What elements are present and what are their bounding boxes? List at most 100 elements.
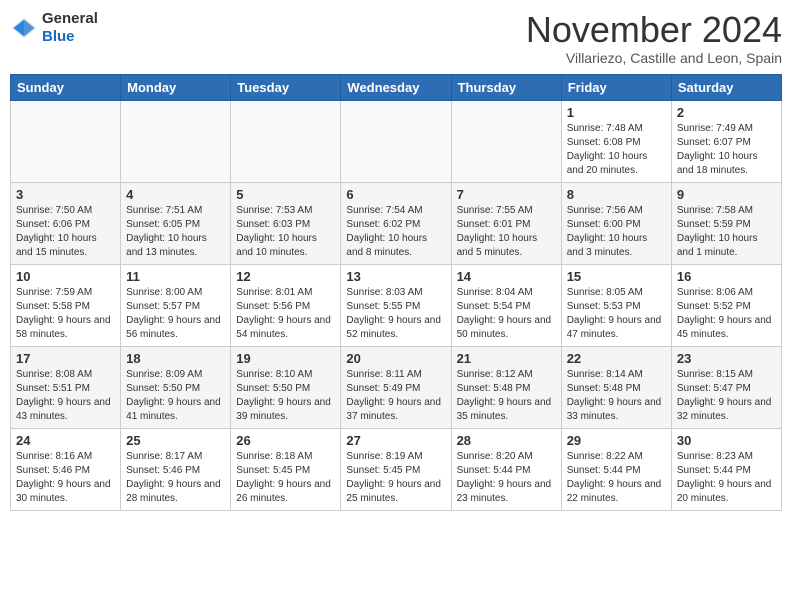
day-number: 1 xyxy=(567,105,666,120)
calendar-day-cell: 11Sunrise: 8:00 AM Sunset: 5:57 PM Dayli… xyxy=(121,264,231,346)
calendar-header-row: SundayMondayTuesdayWednesdayThursdayFrid… xyxy=(11,74,782,100)
day-number: 30 xyxy=(677,433,776,448)
day-info: Sunrise: 7:56 AM Sunset: 6:00 PM Dayligh… xyxy=(567,204,666,260)
day-info: Sunrise: 8:12 AM Sunset: 5:48 PM Dayligh… xyxy=(457,368,556,424)
calendar-day-cell: 27 Sunrise: 8:19 AM Sunset: 5:45 PM Dayli… xyxy=(341,428,451,510)
day-info: Sunrise: 7:49 AM Sunset: 6:07 PM Dayligh… xyxy=(677,122,776,178)
day-number: 3 xyxy=(16,187,115,202)
calendar-week-row: 24Sunrise: 8:16 AM Sunset: 5:46 PM Dayli… xyxy=(11,428,782,510)
calendar-day-cell: 14 Sunrise: 8:04 AM Sunset: 5:54 PM Dayli… xyxy=(451,264,561,346)
calendar-day-cell: 1Sunrise: 7:48 AM Sunset: 6:08 PM Daylig… xyxy=(561,100,671,182)
day-info: Sunrise: 8:16 AM Sunset: 5:46 PM Dayligh… xyxy=(16,450,115,506)
calendar-day-cell: 3 Sunrise: 7:50 AM Sunset: 6:06 PM Daylig… xyxy=(11,182,121,264)
calendar-week-row: 17Sunrise: 8:08 AM Sunset: 5:51 PM Dayli… xyxy=(11,346,782,428)
calendar-day-cell: 18 Sunrise: 8:09 AM Sunset: 5:50 PM Dayli… xyxy=(121,346,231,428)
day-info: Sunrise: 8:10 AM Sunset: 5:50 PM Dayligh… xyxy=(236,368,335,424)
day-info: Sunrise: 8:20 AM Sunset: 5:44 PM Dayligh… xyxy=(457,450,556,506)
calendar-day-cell: 23 Sunrise: 8:15 AM Sunset: 5:47 PM Dayli… xyxy=(671,346,781,428)
calendar-week-row: 3 Sunrise: 7:50 AM Sunset: 6:06 PM Daylig… xyxy=(11,182,782,264)
calendar-day-cell xyxy=(11,100,121,182)
day-number: 11 xyxy=(126,269,225,284)
day-info: Sunrise: 8:03 AM Sunset: 5:55 PM Dayligh… xyxy=(346,286,445,342)
calendar-week-row: 1Sunrise: 7:48 AM Sunset: 6:08 PM Daylig… xyxy=(11,100,782,182)
day-number: 5 xyxy=(236,187,335,202)
day-number: 18 xyxy=(126,351,225,366)
day-number: 20 xyxy=(346,351,445,366)
day-number: 25 xyxy=(126,433,225,448)
day-info: Sunrise: 8:17 AM Sunset: 5:46 PM Dayligh… xyxy=(126,450,225,506)
day-info: Sunrise: 8:14 AM Sunset: 5:48 PM Dayligh… xyxy=(567,368,666,424)
day-number: 29 xyxy=(567,433,666,448)
calendar-day-cell: 15 Sunrise: 8:05 AM Sunset: 5:53 PM Dayli… xyxy=(561,264,671,346)
day-info: Sunrise: 7:53 AM Sunset: 6:03 PM Dayligh… xyxy=(236,204,335,260)
page-header: General Blue November 2024 Villariezo, C… xyxy=(10,10,782,66)
day-info: Sunrise: 7:50 AM Sunset: 6:06 PM Dayligh… xyxy=(16,204,115,260)
day-info: Sunrise: 7:51 AM Sunset: 6:05 PM Dayligh… xyxy=(126,204,225,260)
day-number: 2 xyxy=(677,105,776,120)
day-info: Sunrise: 8:08 AM Sunset: 5:51 PM Dayligh… xyxy=(16,368,115,424)
day-header-sunday: Sunday xyxy=(11,74,121,100)
day-number: 21 xyxy=(457,351,556,366)
day-info: Sunrise: 8:01 AM Sunset: 5:56 PM Dayligh… xyxy=(236,286,335,342)
day-info: Sunrise: 8:09 AM Sunset: 5:50 PM Dayligh… xyxy=(126,368,225,424)
location-subtitle: Villariezo, Castille and Leon, Spain xyxy=(526,50,782,66)
calendar-day-cell xyxy=(231,100,341,182)
day-info: Sunrise: 7:55 AM Sunset: 6:01 PM Dayligh… xyxy=(457,204,556,260)
day-info: Sunrise: 8:18 AM Sunset: 5:45 PM Dayligh… xyxy=(236,450,335,506)
logo: General Blue xyxy=(10,10,98,46)
day-number: 9 xyxy=(677,187,776,202)
calendar-day-cell: 17Sunrise: 8:08 AM Sunset: 5:51 PM Dayli… xyxy=(11,346,121,428)
day-number: 28 xyxy=(457,433,556,448)
day-number: 10 xyxy=(16,269,115,284)
calendar-day-cell: 10 Sunrise: 7:59 AM Sunset: 5:58 PM Dayli… xyxy=(11,264,121,346)
day-number: 13 xyxy=(346,269,445,284)
calendar-day-cell: 30 Sunrise: 8:23 AM Sunset: 5:44 PM Dayli… xyxy=(671,428,781,510)
title-area: November 2024 Villariezo, Castille and L… xyxy=(526,10,782,66)
day-number: 6 xyxy=(346,187,445,202)
day-number: 22 xyxy=(567,351,666,366)
calendar-day-cell: 7 Sunrise: 7:55 AM Sunset: 6:01 PM Daylig… xyxy=(451,182,561,264)
calendar-day-cell: 8Sunrise: 7:56 AM Sunset: 6:00 PM Daylig… xyxy=(561,182,671,264)
calendar-day-cell: 20Sunrise: 8:11 AM Sunset: 5:49 PM Dayli… xyxy=(341,346,451,428)
month-title: November 2024 xyxy=(526,10,782,50)
calendar-day-cell: 24Sunrise: 8:16 AM Sunset: 5:46 PM Dayli… xyxy=(11,428,121,510)
day-number: 27 xyxy=(346,433,445,448)
day-number: 7 xyxy=(457,187,556,202)
day-number: 26 xyxy=(236,433,335,448)
day-header-monday: Monday xyxy=(121,74,231,100)
day-info: Sunrise: 8:05 AM Sunset: 5:53 PM Dayligh… xyxy=(567,286,666,342)
day-info: Sunrise: 7:54 AM Sunset: 6:02 PM Dayligh… xyxy=(346,204,445,260)
calendar-day-cell: 13 Sunrise: 8:03 AM Sunset: 5:55 PM Dayli… xyxy=(341,264,451,346)
calendar-day-cell xyxy=(451,100,561,182)
calendar-table: SundayMondayTuesdayWednesdayThursdayFrid… xyxy=(10,74,782,511)
day-number: 15 xyxy=(567,269,666,284)
calendar-day-cell: 12 Sunrise: 8:01 AM Sunset: 5:56 PM Dayli… xyxy=(231,264,341,346)
day-info: Sunrise: 8:22 AM Sunset: 5:44 PM Dayligh… xyxy=(567,450,666,506)
day-info: Sunrise: 8:23 AM Sunset: 5:44 PM Dayligh… xyxy=(677,450,776,506)
day-header-thursday: Thursday xyxy=(451,74,561,100)
day-info: Sunrise: 8:04 AM Sunset: 5:54 PM Dayligh… xyxy=(457,286,556,342)
logo-icon xyxy=(10,14,38,42)
calendar-day-cell: 19Sunrise: 8:10 AM Sunset: 5:50 PM Dayli… xyxy=(231,346,341,428)
calendar-day-cell: 4Sunrise: 7:51 AM Sunset: 6:05 PM Daylig… xyxy=(121,182,231,264)
day-info: Sunrise: 7:58 AM Sunset: 5:59 PM Dayligh… xyxy=(677,204,776,260)
day-info: Sunrise: 8:15 AM Sunset: 5:47 PM Dayligh… xyxy=(677,368,776,424)
day-info: Sunrise: 8:19 AM Sunset: 5:45 PM Dayligh… xyxy=(346,450,445,506)
day-header-wednesday: Wednesday xyxy=(341,74,451,100)
calendar-day-cell: 16Sunrise: 8:06 AM Sunset: 5:52 PM Dayli… xyxy=(671,264,781,346)
calendar-day-cell: 6 Sunrise: 7:54 AM Sunset: 6:02 PM Daylig… xyxy=(341,182,451,264)
calendar-day-cell: 28 Sunrise: 8:20 AM Sunset: 5:44 PM Dayli… xyxy=(451,428,561,510)
day-number: 14 xyxy=(457,269,556,284)
logo-text: General Blue xyxy=(42,10,98,46)
day-number: 16 xyxy=(677,269,776,284)
day-info: Sunrise: 7:59 AM Sunset: 5:58 PM Dayligh… xyxy=(16,286,115,342)
calendar-day-cell xyxy=(341,100,451,182)
calendar-day-cell: 22 Sunrise: 8:14 AM Sunset: 5:48 PM Dayli… xyxy=(561,346,671,428)
day-number: 12 xyxy=(236,269,335,284)
calendar-day-cell: 5 Sunrise: 7:53 AM Sunset: 6:03 PM Daylig… xyxy=(231,182,341,264)
day-header-saturday: Saturday xyxy=(671,74,781,100)
day-number: 23 xyxy=(677,351,776,366)
calendar-day-cell: 29 Sunrise: 8:22 AM Sunset: 5:44 PM Dayli… xyxy=(561,428,671,510)
calendar-day-cell: 26 Sunrise: 8:18 AM Sunset: 5:45 PM Dayli… xyxy=(231,428,341,510)
calendar-day-cell: 21 Sunrise: 8:12 AM Sunset: 5:48 PM Dayli… xyxy=(451,346,561,428)
